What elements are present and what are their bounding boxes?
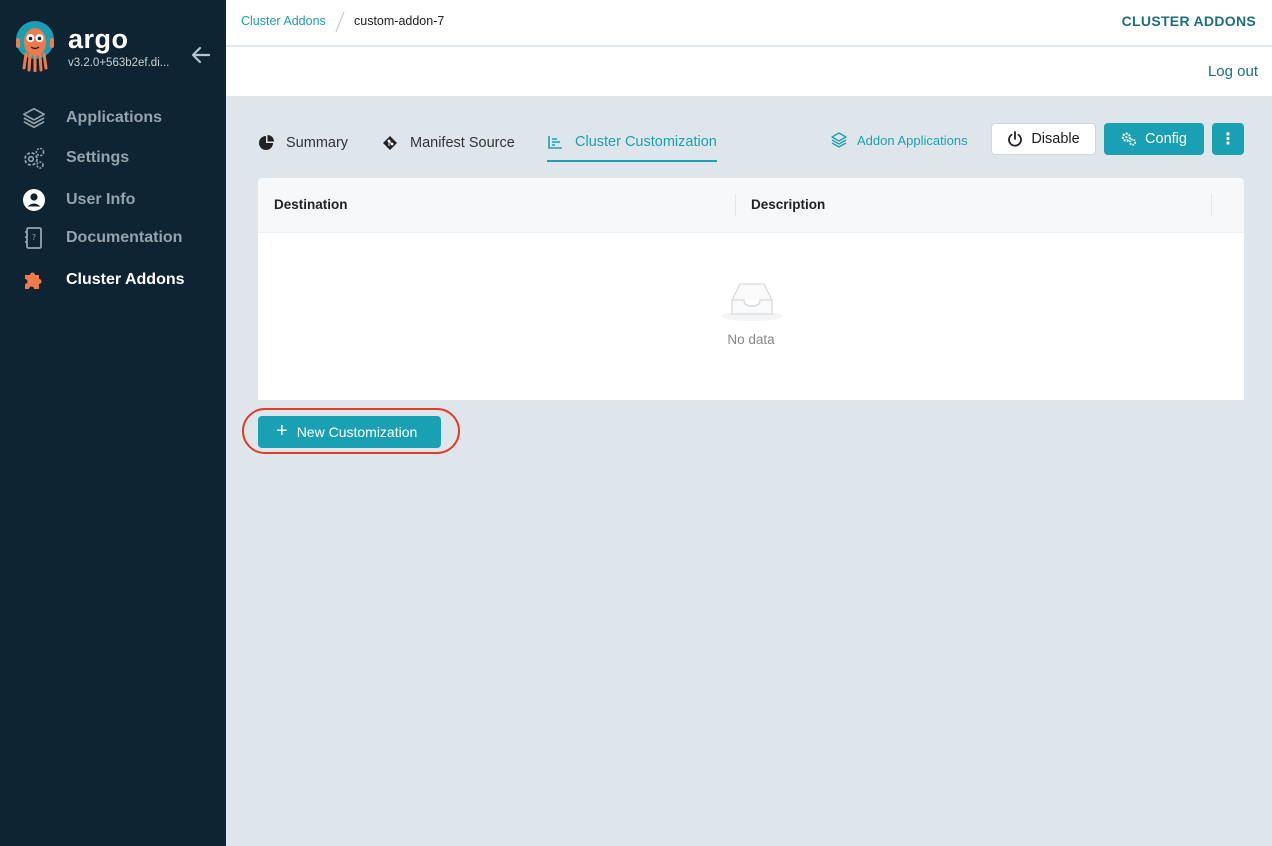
customization-table: Destination Description No data (258, 178, 1244, 400)
config-label: Config (1145, 131, 1187, 147)
brand-version: v3.2.0+563b2ef.di... (68, 57, 170, 69)
addon-applications-link[interactable]: Addon Applications (830, 130, 968, 150)
disable-label: Disable (1031, 131, 1080, 147)
collapse-sidebar-arrow-icon[interactable] (190, 44, 212, 66)
tab-cluster-customization[interactable]: Cluster Customization (547, 124, 717, 162)
breadcrumb-separator-icon (335, 11, 345, 33)
list-chart-icon (547, 134, 563, 150)
sidebar-item-label: Applications (66, 109, 163, 126)
svg-text:?: ? (32, 233, 36, 242)
breadcrumb-current: custom-addon-7 (354, 14, 445, 28)
breadcrumb-cluster-addons-link[interactable]: Cluster Addons (241, 14, 326, 28)
puzzle-icon (22, 268, 46, 292)
sub-bar: Log out (226, 47, 1272, 97)
brand-name: argo (68, 24, 129, 54)
empty-inbox-icon (722, 283, 782, 321)
tab-summary[interactable]: Summary (258, 124, 348, 162)
vertical-ellipsis-icon: ⋮ (1220, 131, 1236, 148)
sidebar-item-settings[interactable]: Settings (0, 138, 226, 178)
column-header-destination: Destination (274, 197, 348, 212)
sidebar-item-label: Settings (66, 149, 130, 166)
argo-logo-icon (16, 21, 54, 72)
sidebar-item-label: User Info (66, 191, 136, 208)
column-divider (735, 194, 736, 216)
tab-manifest-source[interactable]: Manifest Source (382, 124, 515, 162)
sidebar-item-applications[interactable]: Applications (0, 98, 226, 138)
top-bar: Cluster Addons custom-addon-7 CLUSTER AD… (226, 0, 1272, 46)
gears-icon (22, 146, 46, 170)
empty-state-text: No data (727, 332, 775, 347)
config-button[interactable]: Config (1104, 123, 1204, 155)
sidebar-item-label: Documentation (66, 229, 183, 246)
tab-label: Summary (286, 135, 349, 151)
table-header: Destination Description (258, 178, 1244, 233)
tab-label: Manifest Source (410, 135, 515, 151)
more-options-button[interactable]: ⋮ (1212, 123, 1244, 155)
logout-link[interactable]: Log out (1208, 63, 1258, 80)
gears-icon (1121, 131, 1137, 147)
layers-icon (831, 132, 847, 148)
empty-state: No data (258, 278, 1244, 358)
power-icon (1007, 131, 1023, 147)
sidebar-item-documentation[interactable]: ? Documentation (0, 218, 226, 258)
book-icon: ? (22, 226, 46, 250)
tab-label: Cluster Customization (575, 134, 717, 150)
addon-applications-label: Addon Applications (857, 132, 968, 148)
plus-icon: + (276, 420, 288, 442)
new-customization-label: New Customization (296, 424, 418, 440)
user-circle-icon (22, 188, 46, 212)
git-diamond-icon (382, 135, 398, 151)
brand: argo v3.2.0+563b2ef.di... (14, 20, 214, 76)
sidebar-item-user-info[interactable]: User Info (0, 180, 226, 220)
sidebar: argo v3.2.0+563b2ef.di... Applications S… (0, 0, 226, 846)
layers-icon (22, 106, 46, 130)
disable-button[interactable]: Disable (991, 123, 1096, 155)
pie-chart-icon (258, 135, 274, 151)
sidebar-item-cluster-addons[interactable]: Cluster Addons (0, 260, 226, 300)
sidebar-item-label: Cluster Addons (66, 271, 185, 288)
column-divider (1211, 194, 1212, 216)
page-title: CLUSTER ADDONS (1121, 13, 1256, 29)
column-header-description: Description (751, 197, 826, 212)
new-customization-button[interactable]: + New Customization (258, 416, 441, 448)
